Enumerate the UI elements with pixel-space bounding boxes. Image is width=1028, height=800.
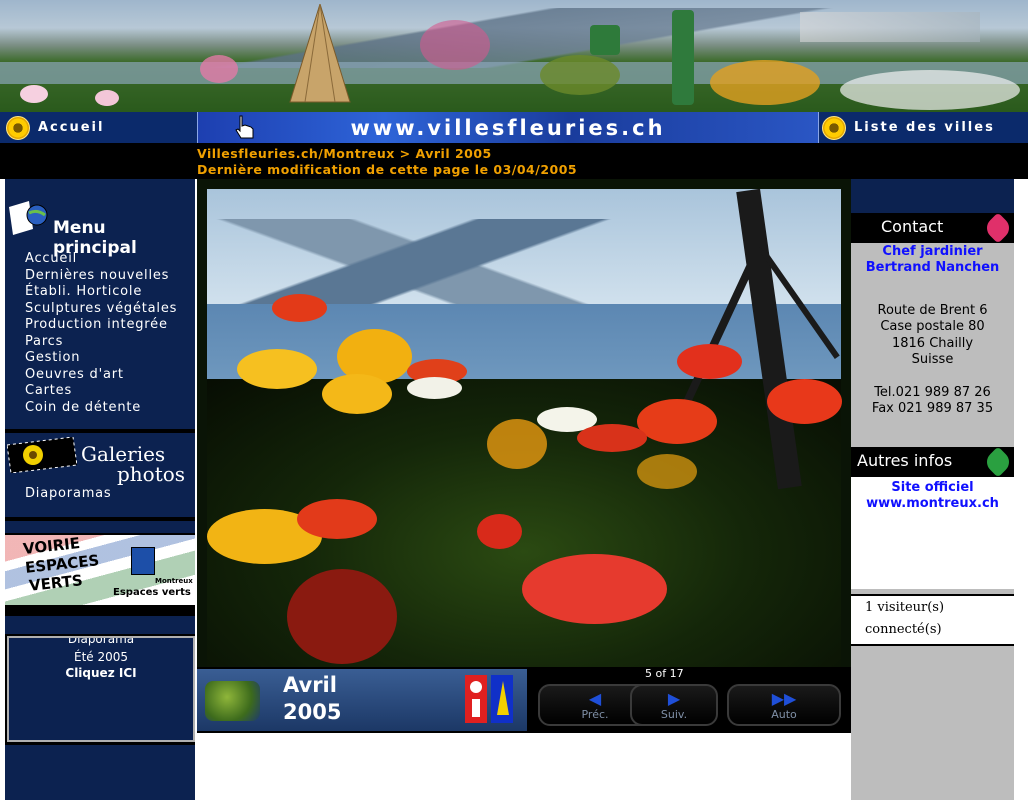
visitor-count: 1 visiteur(s) — [865, 600, 945, 615]
montreux-crest-icon — [131, 547, 155, 575]
slideshow-controls-bar: Avril 2005 5 of 17 ◀ Préc. ▶ Suiv. ▶▶ Au… — [197, 667, 851, 733]
church-crest-icon — [491, 675, 513, 723]
green-leaf-icon — [982, 446, 1014, 478]
arrow-right-icon: ▶ — [667, 689, 681, 708]
visitor-counter: 1 visiteur(s) connecté(s) — [851, 594, 1014, 646]
montreux-crest-icon — [465, 675, 487, 723]
film-flower-icon — [7, 437, 77, 473]
contact-address-line1: Route de Brent 6 — [877, 303, 988, 318]
menu-item-detente[interactable]: Coin de détente — [25, 400, 141, 415]
voirie-espaces-verts-banner[interactable]: VOIRIE ESPACES VERTS Montreux Espaces ve… — [5, 535, 195, 605]
visitor-connected: connecté(s) — [865, 622, 942, 637]
official-site-url[interactable]: www.montreux.ch — [851, 496, 1014, 513]
breadcrumb[interactable]: Villesfleuries.ch/Montreux > Avril 2005 — [197, 146, 492, 161]
main-menu: Menu principal Accueil Dernières nouvell… — [5, 179, 195, 429]
contact-address-line4: Suisse — [911, 352, 954, 367]
sidebar-footer — [5, 745, 195, 800]
globe-flag-icon — [9, 201, 48, 235]
ad-brand-sub: Espaces verts — [113, 587, 191, 598]
contact-address-line3: 1816 Chailly — [891, 336, 974, 351]
promo-cta[interactable]: Cliquez ICI — [9, 666, 193, 680]
slide-counter: 5 of 17 — [645, 667, 684, 680]
site-url-text: www.villesfleuries.ch — [350, 115, 666, 140]
fast-forward-icon: ▶▶ — [771, 689, 797, 708]
villesfleuries-logo-icon — [205, 681, 260, 721]
gallery-title-line2: photos — [117, 462, 186, 486]
sunflower-icon — [822, 115, 846, 140]
contact-role[interactable]: Chef jardinier — [851, 244, 1014, 261]
left-sidebar: Menu principal Accueil Dernières nouvell… — [5, 179, 195, 800]
next-label: Suiv. — [660, 708, 688, 721]
sunflower-icon — [6, 115, 30, 140]
hand-cursor-icon — [235, 115, 254, 139]
nav-cities-link[interactable]: Liste des villes — [822, 112, 1028, 143]
gallery-item-diaporamas[interactable]: Diaporamas — [25, 486, 112, 501]
slide-caption-year: 2005 — [283, 700, 342, 724]
slide-caption-panel: Avril 2005 — [197, 669, 527, 731]
summer-slideshow-promo[interactable]: Diaporama Été 2005 Cliquez ICI — [7, 636, 195, 742]
contact-tel: Tel.021 989 87 26 — [874, 385, 991, 400]
sidebar-spacer — [5, 616, 195, 634]
sidebar-spacer — [5, 521, 195, 533]
contact-name[interactable]: Bertrand Nanchen — [851, 260, 1014, 277]
next-slide-button[interactable]: ▶ Suiv. — [630, 684, 718, 726]
breadcrumb-bar: Villesfleuries.ch/Montreux > Avril 2005 … — [0, 143, 1028, 179]
banner-town — [800, 12, 980, 42]
banner-gardener — [672, 10, 694, 105]
prev-label: Préc. — [581, 708, 609, 721]
promo-line2: Été 2005 — [73, 650, 129, 664]
menu-item-oeuvres[interactable]: Oeuvres d'art — [25, 367, 124, 382]
top-nav-bar: Accueil www.villesfleuries.ch Liste des … — [0, 112, 1028, 143]
right-sidebar-top — [851, 179, 1014, 213]
nav-home-label: Accueil — [38, 120, 105, 135]
contact-address-line2: Case postale 80 — [880, 319, 985, 334]
menu-item-horticole[interactable]: Établi. Horticole — [25, 284, 142, 299]
other-info-title: Autres infos — [857, 451, 953, 470]
contact-fax: Fax 021 989 87 35 — [871, 401, 994, 416]
promo-line1: Diaporama — [67, 636, 135, 646]
slide-caption-month: Avril — [283, 673, 337, 697]
official-site-link[interactable]: Site officiel — [851, 480, 1014, 497]
nav-cities-label: Liste des villes — [854, 120, 995, 135]
slideshow-photo — [197, 179, 851, 667]
contact-title: Contact — [881, 217, 944, 236]
menu-item-sculptures[interactable]: Sculptures végétales — [25, 301, 177, 316]
menu-item-production[interactable]: Production integrée — [25, 317, 168, 332]
banner-pyramid-sculpture — [289, 4, 351, 103]
menu-item-accueil[interactable]: Accueil — [25, 251, 77, 266]
menu-item-cartes[interactable]: Cartes — [25, 383, 72, 398]
pink-leaf-icon — [982, 212, 1014, 244]
right-sidebar: Contact Chef jardinier Bertrand Nanchen … — [851, 179, 1014, 800]
menu-item-parcs[interactable]: Parcs — [25, 334, 63, 349]
nav-home-link[interactable]: Accueil — [6, 112, 194, 143]
auto-label: Auto — [771, 708, 797, 721]
header-banner-image — [0, 0, 1028, 112]
last-modified-text: Dernière modification de cette page le 0… — [197, 162, 578, 177]
contact-header: Contact — [851, 212, 1014, 244]
ad-brand: Montreux — [155, 577, 193, 585]
banner-gardener — [590, 25, 620, 55]
menu-item-gestion[interactable]: Gestion — [25, 350, 80, 365]
site-url-banner[interactable]: www.villesfleuries.ch — [197, 112, 819, 143]
menu-item-news[interactable]: Dernières nouvelles — [25, 268, 169, 283]
other-info-header: Autres infos — [851, 446, 1014, 478]
auto-play-button[interactable]: ▶▶ Auto — [727, 684, 841, 726]
